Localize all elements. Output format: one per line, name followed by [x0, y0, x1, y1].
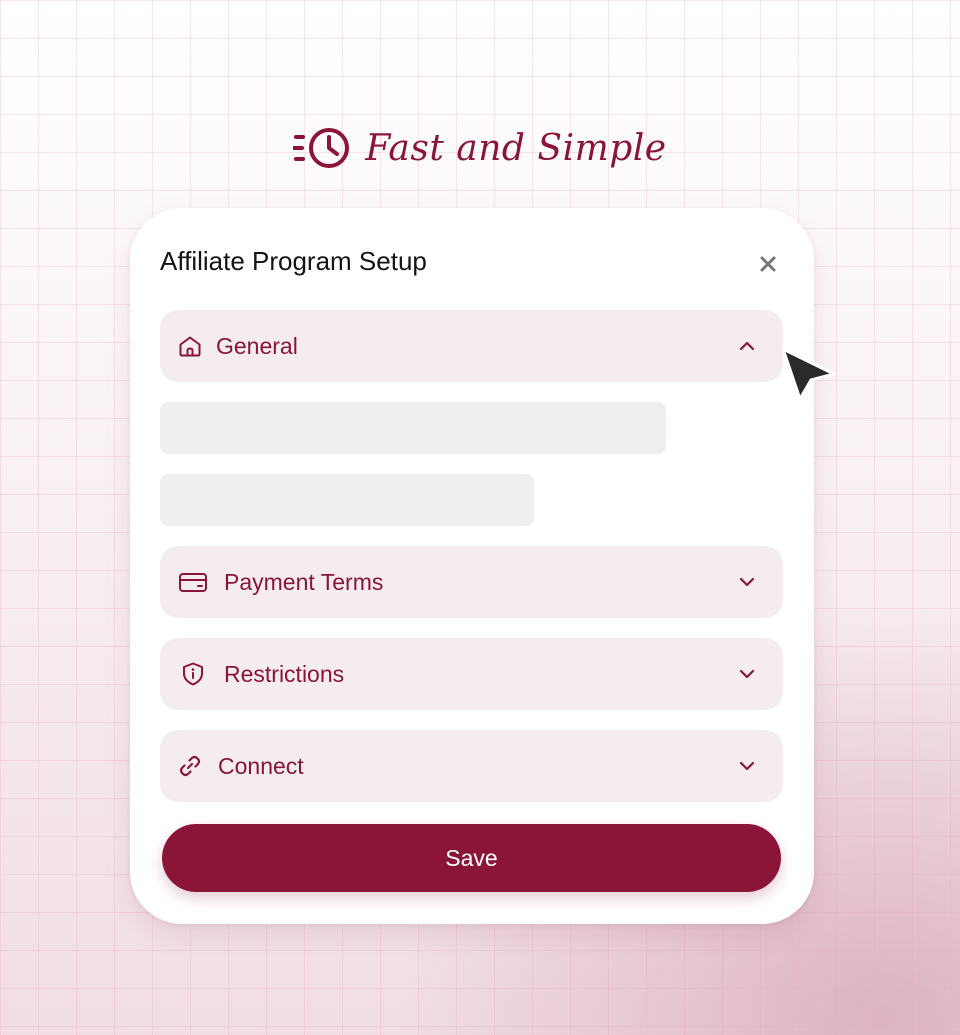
link-icon — [179, 755, 201, 777]
chevron-down-icon — [739, 761, 755, 771]
save-button[interactable]: Save — [162, 824, 781, 892]
tagline: Fast and Simple — [0, 118, 960, 178]
chevron-down-icon — [739, 577, 755, 587]
section-restrictions-label: Restrictions — [224, 661, 345, 687]
placeholder-field — [160, 474, 534, 526]
section-general[interactable]: General — [160, 310, 783, 382]
shield-info-icon — [183, 662, 203, 686]
dialog-title: Affiliate Program Setup — [160, 246, 427, 276]
affiliate-setup-dialog: Affiliate Program Setup General Payment … — [130, 208, 814, 924]
chevron-up-icon — [739, 341, 755, 351]
section-restrictions[interactable]: Restrictions — [160, 638, 783, 710]
section-payment-terms-label: Payment Terms — [224, 569, 384, 595]
fast-clock-icon — [293, 128, 350, 168]
credit-card-icon — [179, 573, 207, 592]
tagline-text: Fast and Simple — [365, 127, 667, 169]
close-button[interactable] — [752, 248, 784, 280]
section-general-label: General — [216, 333, 298, 359]
home-icon — [179, 336, 201, 357]
placeholder-field — [160, 402, 666, 454]
chevron-down-icon — [739, 669, 755, 679]
close-icon — [760, 256, 776, 272]
section-payment-terms[interactable]: Payment Terms — [160, 546, 783, 618]
section-connect[interactable]: Connect — [160, 730, 783, 802]
section-connect-label: Connect — [218, 753, 304, 779]
mouse-pointer-icon — [781, 347, 836, 401]
